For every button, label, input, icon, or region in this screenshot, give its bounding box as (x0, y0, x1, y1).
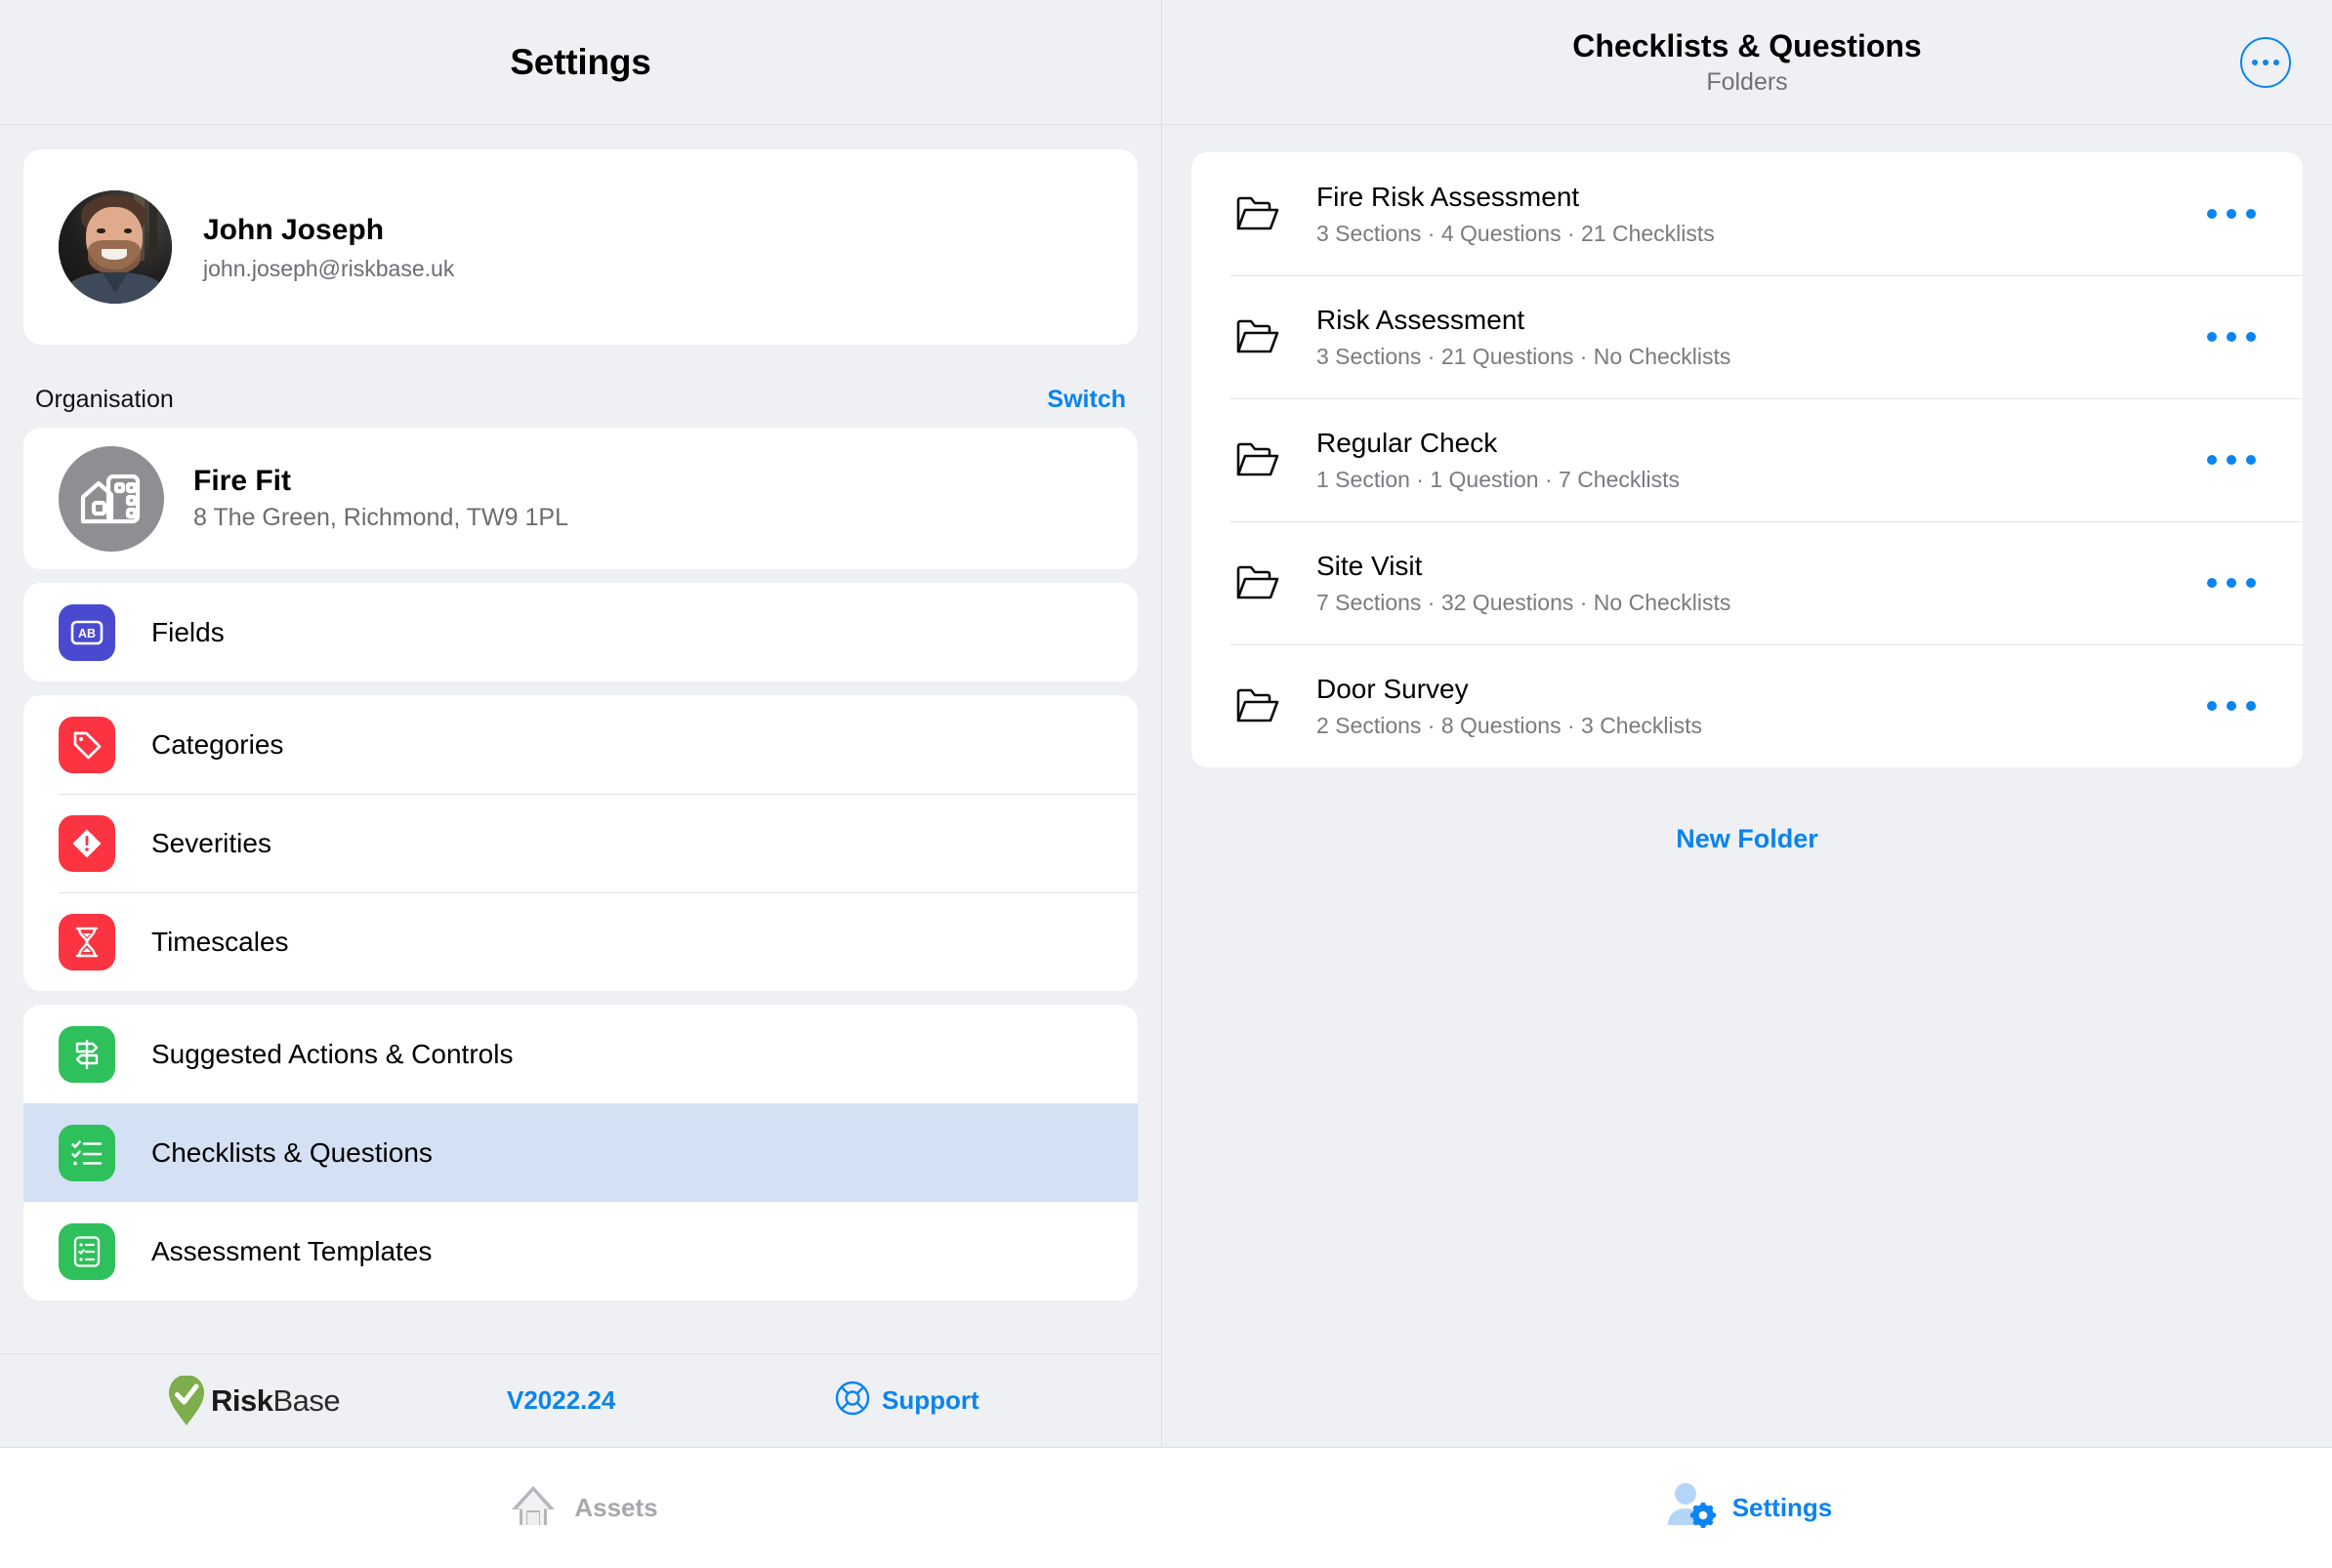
sidebar-item-timescales[interactable]: Timescales (23, 892, 1138, 991)
folder-row[interactable]: Fire Risk Assessment 3 Sections · 4 Ques… (1191, 152, 2303, 275)
folders-body: Fire Risk Assessment 3 Sections · 4 Ques… (1162, 125, 2332, 1447)
folder-meta: 3 Sections · 4 Questions · 21 Checklists (1316, 221, 1715, 247)
folder-options-icon[interactable] (2199, 683, 2264, 728)
sidebar-item-suggested-actions-controls[interactable]: Suggested Actions & Controls (23, 1005, 1138, 1103)
organisation-label: Organisation (35, 386, 174, 413)
folder-options-icon[interactable] (2199, 560, 2264, 605)
folder-icon (1230, 194, 1285, 233)
page-title: Settings (510, 41, 651, 82)
settings-panel: Settings John Joseph john.joseph@riskbas… (0, 0, 1162, 1447)
folder-name: Site Visit (1316, 550, 1423, 581)
sidebar-item-checklists-questions[interactable]: Checklists & Questions (23, 1103, 1138, 1202)
checklists-header: Checklists & Questions Folders (1162, 0, 2332, 125)
avatar (59, 190, 172, 304)
more-options-icon[interactable] (2240, 36, 2291, 88)
app-root: Settings John Joseph john.joseph@riskbas… (0, 0, 2332, 1568)
folder-name: Door Survey (1316, 673, 1469, 704)
profile-email: john.joseph@riskbase.uk (203, 255, 455, 281)
sidebar-item-label: Categories (151, 728, 284, 760)
riskbase-wordmark: RiskBase (211, 1382, 341, 1418)
organisation-address: 8 The Green, Richmond, TW9 1PL (193, 504, 568, 531)
sidebar-item-label: Timescales (151, 926, 289, 957)
switch-organisation-button[interactable]: Switch (1047, 386, 1126, 414)
folder-name: Fire Risk Assessment (1316, 181, 1580, 212)
folder-name: Risk Assessment (1316, 304, 1525, 335)
tag-icon (59, 716, 115, 773)
settings-group-1: AB Fields (23, 583, 1138, 681)
house-icon (508, 1480, 559, 1536)
folder-row[interactable]: Regular Check 1 Section · 1 Question · 7… (1191, 398, 2303, 521)
folder-name: Regular Check (1316, 427, 1498, 458)
settings-footer: RiskBase V2022.24 Support (0, 1353, 1161, 1447)
sidebar-item-fields[interactable]: AB Fields (23, 583, 1138, 681)
folder-meta: 2 Sections · 8 Questions · 3 Checklists (1316, 713, 1702, 739)
profile-card[interactable]: John Joseph john.joseph@riskbase.uk (23, 149, 1138, 345)
tab-assets[interactable]: Assets (0, 1480, 1166, 1536)
bottom-tab-bar: Assets Settings (0, 1447, 2332, 1568)
split-view: Settings John Joseph john.joseph@riskbas… (0, 0, 2332, 1447)
folder-icon (1230, 563, 1285, 602)
sidebar-item-label: Checklists & Questions (151, 1136, 433, 1168)
folders-list: Fire Risk Assessment 3 Sections · 4 Ques… (1191, 152, 2303, 767)
folder-meta: 7 Sections · 32 Questions · No Checklist… (1316, 590, 1731, 616)
clipboard-list-icon (59, 1222, 115, 1280)
new-folder-button[interactable]: New Folder (1191, 824, 2303, 854)
profile-name: John Joseph (203, 214, 385, 247)
folder-row[interactable]: Site Visit 7 Sections · 32 Questions · N… (1191, 521, 2303, 644)
folder-meta: 1 Section · 1 Question · 7 Checklists (1316, 467, 1680, 493)
tab-label: Assets (574, 1493, 658, 1522)
riskbase-logo: RiskBase (168, 1375, 341, 1426)
lifebuoy-icon (835, 1381, 870, 1421)
folder-row[interactable]: Door Survey 2 Sections · 8 Questions · 3… (1191, 644, 2303, 767)
tab-settings[interactable]: Settings (1166, 1481, 2332, 1535)
support-button[interactable]: Support (835, 1381, 979, 1421)
folder-options-icon[interactable] (2199, 437, 2264, 482)
support-label: Support (882, 1385, 979, 1415)
organisation-name: Fire Fit (193, 465, 292, 497)
folder-row[interactable]: Risk Assessment 3 Sections · 21 Question… (1191, 275, 2303, 398)
settings-header: Settings (0, 0, 1161, 125)
folder-meta: 3 Sections · 21 Questions · No Checklist… (1316, 344, 1731, 370)
sidebar-item-categories[interactable]: Categories (23, 695, 1138, 794)
settings-group-3: Suggested Actions & Controls Checklists … (23, 1005, 1138, 1300)
folder-options-icon[interactable] (2199, 314, 2264, 359)
sidebar-item-assessment-templates[interactable]: Assessment Templates (23, 1202, 1138, 1300)
hourglass-icon (59, 913, 115, 970)
folder-options-icon[interactable] (2199, 191, 2264, 236)
organisation-header: Organisation Switch (23, 386, 1138, 414)
sidebar-item-severities[interactable]: Severities (23, 794, 1138, 892)
sidebar-item-label: Severities (151, 827, 271, 858)
person-gear-icon (1666, 1481, 1717, 1535)
signpost-icon (59, 1025, 115, 1083)
settings-group-2: Categories Severities Timescales (23, 695, 1138, 991)
panel-title: Checklists & Questions (1572, 27, 1922, 63)
panel-subtitle: Folders (1706, 67, 1788, 96)
settings-body: John Joseph john.joseph@riskbase.uk Orga… (0, 125, 1161, 1353)
svg-text:AB: AB (78, 627, 96, 640)
organisation-logo (59, 445, 164, 552)
app-version: V2022.24 (507, 1385, 616, 1415)
folder-icon (1230, 440, 1285, 479)
sidebar-item-label: Assessment Templates (151, 1235, 433, 1266)
warning-diamond-icon (59, 814, 115, 872)
tab-label: Settings (1731, 1493, 1833, 1522)
ab-field-icon: AB (59, 603, 115, 661)
sidebar-item-label: Suggested Actions & Controls (151, 1038, 514, 1069)
organisation-card[interactable]: Fire Fit 8 The Green, Richmond, TW9 1PL (23, 428, 1138, 569)
checklists-panel: Checklists & Questions Folders Fire Risk… (1162, 0, 2332, 1447)
folder-icon (1230, 686, 1285, 725)
sidebar-item-label: Fields (151, 616, 225, 647)
folder-icon (1230, 317, 1285, 356)
checklist-icon (59, 1124, 115, 1181)
